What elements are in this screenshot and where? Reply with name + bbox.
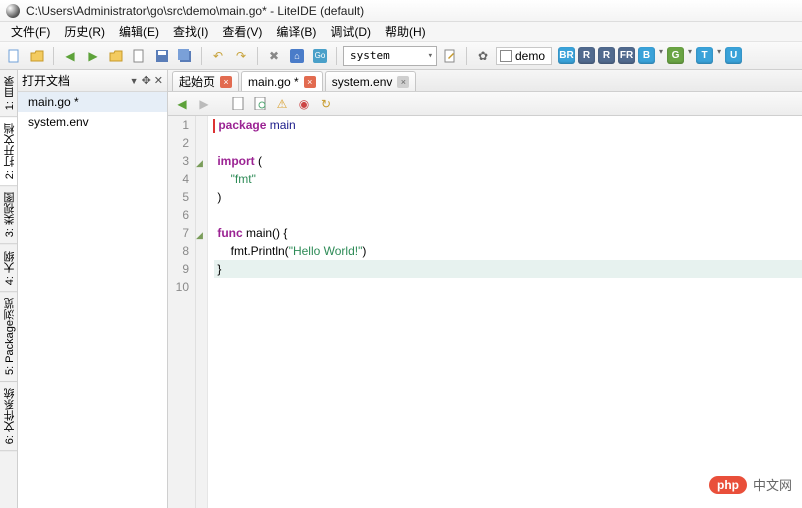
editor-area: 起始页 × main.go * × system.env × ◀ ▶ ⚠ ◉ ↻ 1234…	[168, 70, 802, 508]
nav-fwd-icon[interactable]: ▶	[196, 96, 212, 112]
record-icon[interactable]: ◉	[296, 96, 312, 112]
vertical-tab-strip: 1: 目录2: 打开文档3: 类视图4: 大纲5: Package浏览6: 文件…	[0, 70, 18, 508]
menu-view[interactable]: 查看(V)	[215, 23, 269, 40]
menu-build[interactable]: 编译(B)	[269, 23, 323, 40]
warn-icon[interactable]: ⚠	[274, 96, 290, 112]
code-text[interactable]: package main import ( "fmt" ) func main(…	[208, 116, 802, 508]
close-icon[interactable]: ×	[304, 76, 316, 88]
window-title: C:\Users\Administrator\go\src\demo\main.…	[26, 4, 364, 18]
doc-mag-icon[interactable]	[252, 96, 268, 112]
editor-tab[interactable]: system.env ×	[325, 71, 417, 91]
code-editor[interactable]: 12345678910 ◢◢ package main import ( "fm…	[168, 116, 802, 508]
separator	[201, 47, 202, 65]
close-icon[interactable]: ×	[220, 76, 232, 88]
redo-icon[interactable]: ↷	[231, 46, 251, 66]
editor-tab[interactable]: 起始页 ×	[172, 71, 239, 91]
close-icon[interactable]: ×	[397, 76, 409, 88]
sidebar-title: 打开文档	[22, 72, 127, 89]
menu-find[interactable]: 查找(I)	[166, 23, 215, 40]
sidebar-item[interactable]: main.go *	[18, 92, 167, 112]
editor-tab-strip: 起始页 × main.go * × system.env ×	[168, 70, 802, 92]
menu-file[interactable]: 文件(F)	[4, 23, 57, 40]
nav-back-icon[interactable]: ◀	[60, 46, 80, 66]
vtab-0[interactable]: 1: 目录	[0, 70, 17, 117]
build-badge-r[interactable]: R	[598, 47, 615, 64]
go-icon[interactable]: Go	[310, 46, 330, 66]
build-badge-g[interactable]: G	[667, 47, 684, 64]
menu-help[interactable]: 帮助(H)	[378, 23, 433, 40]
chevron-down-icon[interactable]: ▾	[659, 47, 663, 64]
title-bar: C:\Users\Administrator\go\src\demo\main.…	[0, 0, 802, 22]
refresh-icon[interactable]: ↻	[318, 96, 334, 112]
sidebar-item[interactable]: system.env	[18, 112, 167, 132]
build-badge-r[interactable]: R	[578, 47, 595, 64]
tab-label: 起始页	[179, 73, 215, 90]
separator	[53, 47, 54, 65]
sidebar-panel: 打开文档 ▼ ✥ ✕ main.go *system.env	[18, 70, 168, 508]
close-icon[interactable]: ✕	[154, 74, 163, 87]
home-icon[interactable]: ⌂	[287, 46, 307, 66]
doc-icon[interactable]	[230, 96, 246, 112]
gear-icon[interactable]: ✿	[473, 46, 493, 66]
folder-icon[interactable]	[106, 46, 126, 66]
undo-icon[interactable]: ↶	[208, 46, 228, 66]
separator	[257, 47, 258, 65]
nav-fwd-icon[interactable]: ▶	[83, 46, 103, 66]
menu-bar: 文件(F) 历史(R) 编辑(E) 查找(I) 查看(V) 编译(B) 调试(D…	[0, 22, 802, 42]
editor-toolbar: ◀ ▶ ⚠ ◉ ↻	[168, 92, 802, 116]
menu-history[interactable]: 历史(R)	[57, 23, 112, 40]
menu-edit[interactable]: 编辑(E)	[112, 23, 166, 40]
settings-icon[interactable]: ✖	[264, 46, 284, 66]
sidebar-list: main.go *system.env	[18, 92, 167, 508]
watermark-text: 中文网	[753, 475, 792, 494]
build-badge-t[interactable]: T	[696, 47, 713, 64]
menu-debug[interactable]: 调试(D)	[323, 23, 378, 40]
main-area: 1: 目录2: 打开文档3: 类视图4: 大纲5: Package浏览6: 文件…	[0, 70, 802, 508]
chevron-down-icon[interactable]: ▼	[130, 76, 139, 86]
line-number-gutter: 12345678910	[168, 116, 196, 508]
nav-back-icon[interactable]: ◀	[174, 96, 190, 112]
pin-icon[interactable]: ✥	[142, 74, 151, 87]
build-badge-br[interactable]: BR	[558, 47, 575, 64]
build-badge-u[interactable]: U	[725, 47, 742, 64]
main-toolbar: ◀ ▶ ↶ ↷ ✖ ⌂ Go system ✿ demo BRRRFRB▾G▾T…	[0, 42, 802, 70]
vtab-2[interactable]: 3: 类视图	[0, 186, 17, 244]
chevron-down-icon[interactable]: ▾	[688, 47, 692, 64]
new-doc-icon[interactable]	[129, 46, 149, 66]
tab-label: system.env	[332, 75, 393, 89]
build-badges: BRRRFRB▾G▾T▾U	[558, 47, 742, 64]
watermark-badge: php	[709, 476, 747, 494]
build-badge-fr[interactable]: FR	[618, 47, 635, 64]
vtab-1[interactable]: 2: 打开文档	[0, 117, 17, 186]
tab-label: main.go *	[248, 75, 299, 89]
editor-tab[interactable]: main.go * ×	[241, 71, 323, 91]
demo-label: demo	[515, 49, 545, 63]
demo-checkbox[interactable]: demo	[496, 47, 552, 65]
chevron-down-icon[interactable]: ▾	[717, 47, 721, 64]
separator	[336, 47, 337, 65]
vtab-3[interactable]: 4: 大纲	[0, 245, 17, 292]
build-badge-b[interactable]: B	[638, 47, 655, 64]
sidebar-header: 打开文档 ▼ ✥ ✕	[18, 70, 167, 92]
vtab-5[interactable]: 6: 文件系统	[0, 382, 17, 451]
vtab-4[interactable]: 5: Package浏览	[0, 292, 17, 382]
save-all-icon[interactable]	[175, 46, 195, 66]
open-folder-icon[interactable]	[27, 46, 47, 66]
fold-gutter: ◢◢	[196, 116, 208, 508]
save-icon[interactable]	[152, 46, 172, 66]
env-combo[interactable]: system	[343, 46, 437, 66]
separator	[466, 47, 467, 65]
watermark: php 中文网	[709, 475, 792, 494]
edit-env-icon[interactable]	[440, 46, 460, 66]
new-file-icon[interactable]	[4, 46, 24, 66]
app-logo-icon	[6, 4, 20, 18]
